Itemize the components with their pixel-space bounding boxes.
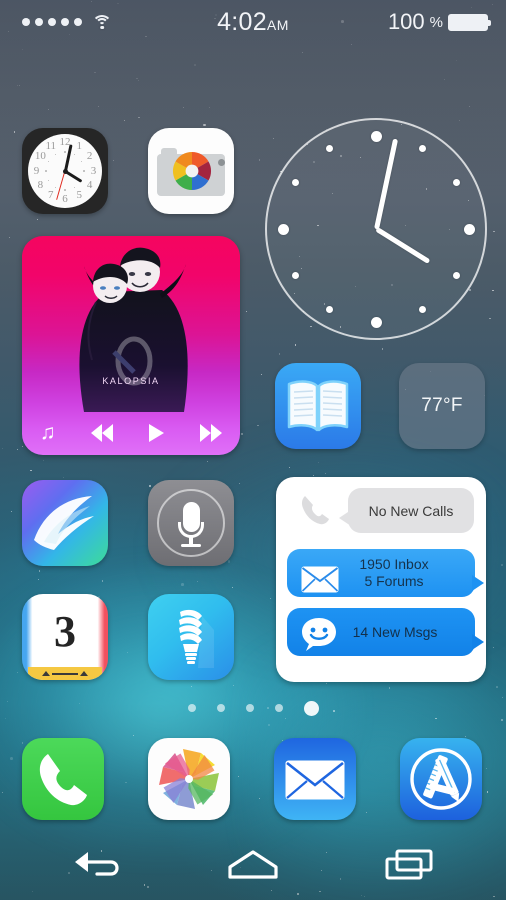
smiley-icon <box>300 616 338 652</box>
clock-marker <box>463 223 475 235</box>
clock-marker <box>326 306 333 314</box>
open-book-icon <box>286 380 350 432</box>
page-indicator[interactable] <box>0 700 506 716</box>
lightbulb-icon <box>168 606 214 668</box>
weather-widget[interactable]: 77°F <box>399 363 485 449</box>
messages-text: 14 New Msgs <box>352 624 438 640</box>
clock-marker <box>370 316 382 328</box>
calls-bubble: No New Calls <box>339 488 474 533</box>
percent-symbol: % <box>429 13 443 31</box>
app-icon-voice-search[interactable] <box>148 480 234 566</box>
dock-item-phone[interactable] <box>22 738 104 820</box>
calls-text: No New Calls <box>368 502 454 519</box>
rewind-icon[interactable] <box>91 423 114 442</box>
album-artwork <box>22 236 240 414</box>
app-icon-clock[interactable]: 1 2 3 4 5 6 7 8 9 10 11 12 <box>22 128 108 214</box>
music-controls: ♫ <box>22 410 240 455</box>
music-note-icon[interactable]: ♫ <box>40 422 56 443</box>
play-icon[interactable] <box>149 423 165 442</box>
analog-clock-widget[interactable] <box>265 118 487 340</box>
clock-marker <box>326 144 333 152</box>
clock-marker <box>291 179 299 186</box>
aperture-icon <box>172 151 212 191</box>
navigation-bar <box>0 828 506 900</box>
page-dot[interactable] <box>187 704 196 712</box>
messages-bubble[interactable]: 14 New Msgs <box>287 608 484 656</box>
status-bar-right: 100 % <box>387 9 491 35</box>
app-icon-notes[interactable]: 3 <box>22 594 108 680</box>
clock-icon: 1 2 3 4 5 6 7 8 9 10 11 12 <box>28 134 102 208</box>
envelope-icon <box>285 760 345 800</box>
pinwheel-photos-icon <box>155 745 223 813</box>
inbox-line1: 1950 Inbox <box>359 556 429 572</box>
phone-handset-icon <box>37 752 89 806</box>
phone-icon <box>298 493 332 527</box>
clock-marker <box>453 179 461 186</box>
clock-marker <box>370 130 382 142</box>
app-icon-books[interactable] <box>275 363 361 449</box>
status-ampm: AM <box>266 16 289 33</box>
inbox-bubble[interactable]: 1950 Inbox 5 Forums <box>287 549 484 597</box>
notes-number: 3 <box>54 607 76 656</box>
app-store-icon <box>407 745 475 813</box>
status-time: 4:02 <box>217 7 267 36</box>
page-dot[interactable] <box>274 704 283 712</box>
swiftkey-icon <box>30 490 100 556</box>
dock <box>0 738 506 824</box>
battery-percent: 100 <box>387 9 425 34</box>
clock-marker <box>419 144 426 152</box>
music-player-widget[interactable]: KALOPSIA ♫ <box>22 236 240 455</box>
battery-full-icon <box>448 13 491 31</box>
recent-apps-icon[interactable] <box>374 842 444 886</box>
clock-marker <box>291 272 299 279</box>
app-icon-flashlight[interactable] <box>148 594 234 680</box>
page-dot-active[interactable] <box>303 700 319 716</box>
notes-bottom-band <box>28 667 102 680</box>
envelope-icon <box>301 566 339 593</box>
clock-marker <box>419 306 426 314</box>
app-icon-swiftkey[interactable] <box>22 480 108 566</box>
dock-item-app-store[interactable] <box>400 738 482 820</box>
app-icon-camera[interactable] <box>148 128 234 214</box>
inbox-line2: 5 Forums <box>364 573 424 589</box>
home-icon[interactable] <box>218 842 288 886</box>
dock-item-mail[interactable] <box>274 738 356 820</box>
notifications-widget[interactable]: No New Calls 1950 Inbox 5 Forums 14 New … <box>276 477 486 682</box>
clock-marker <box>277 223 289 235</box>
dock-item-photos[interactable] <box>148 738 230 820</box>
page-dot[interactable] <box>245 704 254 712</box>
page-dot[interactable] <box>216 704 225 712</box>
status-bar: 4:02AM 100 % <box>0 0 506 44</box>
clock-marker <box>453 272 461 279</box>
fast-forward-icon[interactable] <box>200 423 223 442</box>
temperature-value: 77°F <box>421 395 463 416</box>
back-arrow-icon[interactable] <box>62 842 132 886</box>
